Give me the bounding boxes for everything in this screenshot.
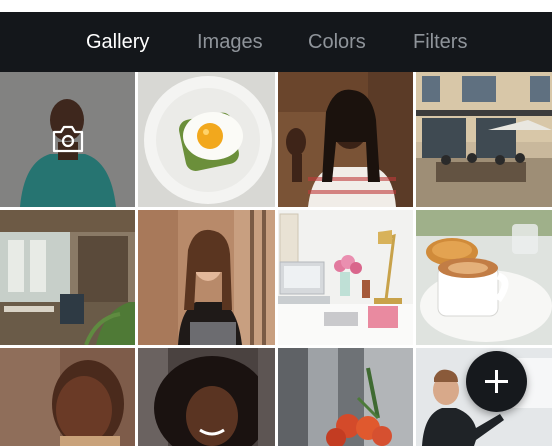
- photo-tile-fried-egg-toast[interactable]: [138, 72, 275, 207]
- tab-filters[interactable]: Filters: [413, 12, 467, 72]
- photo-desk-workspace: [278, 210, 413, 345]
- photo-tile-street-cafe[interactable]: [416, 72, 552, 207]
- photo-city-flowers: [278, 348, 413, 446]
- photo-woman-leaning: [138, 210, 275, 345]
- photo-office-interior: [0, 210, 135, 345]
- photo-woman-waving: [278, 72, 413, 207]
- add-photo-button[interactable]: [466, 351, 527, 412]
- camera-icon: [52, 125, 84, 153]
- photo-tile-woman-leaning[interactable]: [138, 210, 275, 345]
- photo-tile-woman-portrait[interactable]: [0, 348, 135, 446]
- tab-gallery[interactable]: Gallery: [86, 12, 149, 72]
- tab-colors[interactable]: Colors: [308, 12, 366, 72]
- photo-tile-woman-waving[interactable]: [278, 72, 413, 207]
- tab-images[interactable]: Images: [197, 12, 263, 72]
- photo-tile-man-grey-backdrop[interactable]: [0, 72, 135, 207]
- photo-fried-egg-toast: [138, 72, 275, 207]
- photo-smiling-woman: [138, 348, 275, 446]
- photo-croissant-coffee: [416, 210, 552, 345]
- app-screen: Gallery Images Colors Filters: [0, 0, 552, 446]
- photo-woman-portrait: [0, 348, 135, 446]
- photo-street-cafe: [416, 72, 552, 207]
- photo-tile-croissant-coffee[interactable]: [416, 210, 552, 345]
- photo-tile-smiling-woman[interactable]: [138, 348, 275, 446]
- header-tab-bar: Gallery Images Colors Filters: [0, 12, 552, 72]
- plus-icon: [485, 370, 508, 393]
- photo-tile-desk-workspace[interactable]: [278, 210, 413, 345]
- photo-tile-city-flowers[interactable]: [278, 348, 413, 446]
- photo-tile-office-interior[interactable]: [0, 210, 135, 345]
